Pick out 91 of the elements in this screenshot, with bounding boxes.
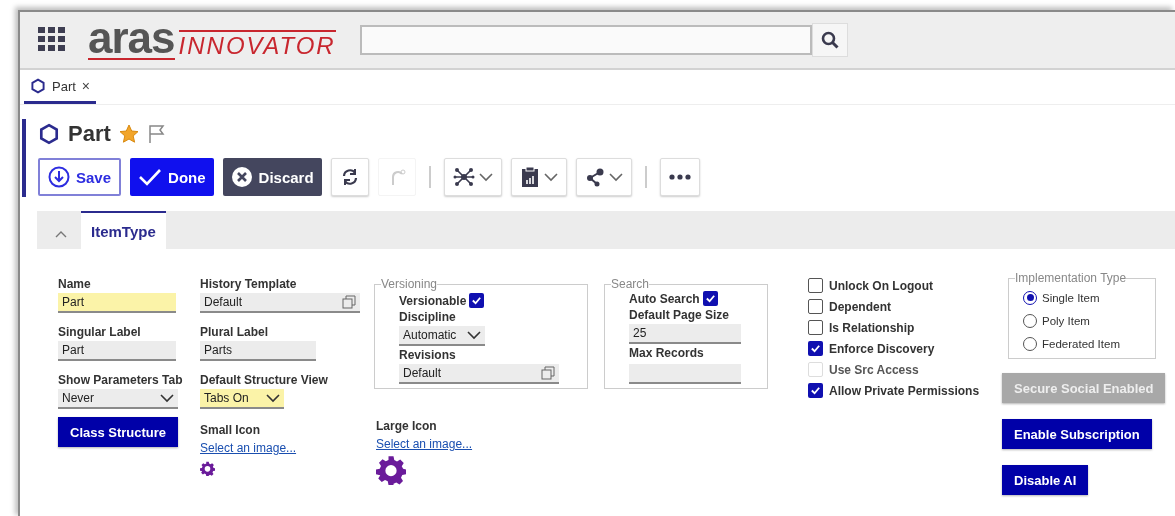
chevron-down-icon (543, 172, 558, 182)
chevron-down-icon (608, 172, 623, 182)
input-field[interactable]: 25 (629, 324, 741, 344)
checkbox[interactable] (808, 341, 823, 356)
checkbox[interactable] (808, 278, 823, 293)
clipboard-icon (519, 166, 540, 188)
input-field[interactable] (629, 364, 741, 384)
radio-label: Federated Item (1042, 337, 1120, 350)
input-field[interactable]: Part (58, 293, 176, 313)
app-grid-icon[interactable] (38, 27, 66, 53)
download-icon (48, 166, 70, 188)
copy-icon[interactable] (541, 366, 555, 380)
document-tab[interactable]: Part × (24, 71, 97, 104)
checkmark-icon (810, 343, 821, 354)
action-button[interactable]: Enable Subscription (1002, 419, 1152, 449)
more-icon (668, 174, 691, 180)
toolbar-button[interactable] (443, 158, 502, 196)
checkbox-label: Allow Private Permissions (829, 383, 980, 398)
field-label: Singular Label (58, 325, 142, 339)
action-button[interactable]: Disable AI (1002, 465, 1089, 495)
input-field[interactable]: Default (399, 364, 559, 384)
copy-icon[interactable] (342, 295, 356, 309)
checkmark-icon (704, 293, 716, 304)
logo: aras INNOVATOR (88, 20, 336, 60)
toolbar-button[interactable] (575, 158, 632, 196)
checkbox[interactable] (808, 299, 823, 314)
close-icon[interactable]: × (81, 78, 91, 94)
checkbox-label: Enforce Discovery (829, 341, 935, 356)
close-icon (230, 166, 253, 188)
hexagon-icon (38, 123, 60, 145)
gear-icon (200, 461, 215, 476)
check-icon (138, 167, 163, 187)
checkbox-label: Use Src Access (829, 362, 919, 377)
field-label: Show Parameters Tab (58, 373, 180, 387)
class-structure-button[interactable]: Class Structure (58, 417, 179, 447)
checkbox[interactable] (702, 291, 718, 306)
checkbox-label: Unlock On Logout (829, 278, 933, 293)
item-title: Part (68, 121, 111, 147)
star-icon[interactable] (118, 124, 139, 144)
checkbox[interactable] (808, 383, 823, 398)
search-field[interactable] (359, 25, 812, 55)
group-legend: Versioning (381, 277, 438, 291)
share-icon (584, 167, 605, 187)
input-field[interactable]: Default (200, 293, 360, 313)
dropdown-field[interactable]: Never (58, 389, 178, 409)
toolbar-button[interactable] (330, 158, 369, 196)
toolbar-button[interactable] (510, 158, 567, 196)
checkbox[interactable] (808, 320, 823, 335)
hexagon-icon (30, 78, 46, 94)
checkbox-label: Is Relationship (829, 320, 915, 335)
field-label: Default Structure View (200, 373, 329, 387)
chevron-down-icon (160, 393, 174, 403)
checkbox[interactable] (469, 293, 485, 308)
field-label: Versionable (399, 293, 467, 308)
input-field[interactable]: Part (58, 341, 176, 361)
dropdown-field[interactable]: Automatic (399, 326, 485, 346)
chevron-down-icon (467, 330, 481, 340)
toolbar-button[interactable]: Save (38, 158, 122, 196)
checkmark-icon (471, 295, 483, 306)
field-label: Auto Search (629, 291, 700, 306)
flag-icon[interactable] (146, 124, 167, 144)
field-label: Large Icon (376, 419, 438, 433)
search-icon (820, 31, 839, 49)
chevron-down-icon (478, 172, 493, 182)
field-label: Default Page Size (629, 308, 731, 322)
field-label: Small Icon (200, 423, 262, 437)
checkmark-icon (810, 385, 821, 396)
field-label: Max Records (629, 346, 705, 360)
toolbar-button[interactable]: Done (130, 158, 214, 196)
chevron-down-icon (266, 393, 280, 403)
select-image-link[interactable]: Select an image... (200, 441, 364, 455)
field-label: Revisions (399, 348, 457, 362)
search-button[interactable] (811, 23, 848, 57)
dropdown-field[interactable]: Tabs On (200, 389, 284, 409)
radio-label: Single Item (1042, 291, 1100, 304)
group-legend: Search (611, 277, 650, 291)
input-field[interactable]: Parts (200, 341, 316, 361)
field-label: History Template (200, 277, 298, 291)
toolbar-button[interactable] (659, 158, 700, 196)
toolbar-button[interactable]: Discard (222, 158, 322, 196)
field-label: Name (58, 277, 92, 291)
checkbox-label: Dependent (829, 299, 891, 314)
network-icon (452, 166, 475, 188)
gear-icon (376, 455, 406, 485)
group-legend: Implementation Type (1015, 271, 1127, 285)
field-label: Discipline (399, 310, 457, 324)
field-label: Plural Label (200, 325, 270, 339)
radio-label: Poly Item (1042, 314, 1090, 327)
chevron-up-icon (55, 230, 67, 238)
select-image-link[interactable]: Select an image... (376, 437, 588, 451)
section-tab[interactable]: ItemType (81, 211, 166, 249)
